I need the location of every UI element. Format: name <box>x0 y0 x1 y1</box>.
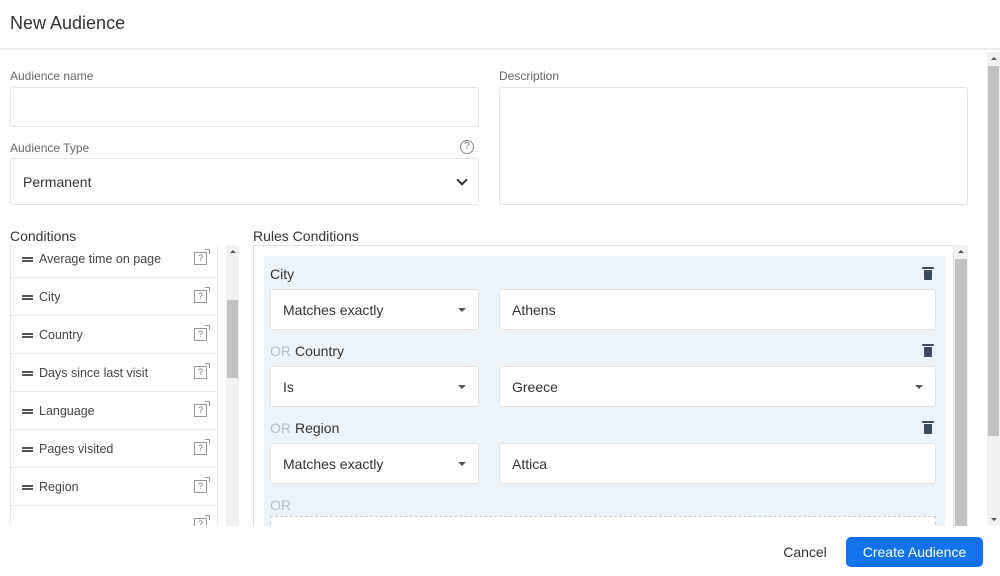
or-label: OR <box>270 497 291 513</box>
caret-down-icon <box>458 384 466 389</box>
rules-conditions-title: Rules Conditions <box>253 228 359 244</box>
rule-drop-zone[interactable] <box>270 516 936 526</box>
condition-label: Days since last visit <box>39 365 149 380</box>
conditions-scrollbar-thumb[interactable] <box>227 300 238 378</box>
trash-icon[interactable] <box>922 421 934 434</box>
condition-item-country[interactable]: Country ? <box>11 316 217 354</box>
audience-type-label: Audience Type <box>10 141 90 155</box>
drag-handle-icon[interactable] <box>22 447 33 452</box>
help-external-icon[interactable]: ? <box>194 287 210 303</box>
trash-icon[interactable] <box>922 344 934 357</box>
modal-header: New Audience <box>0 0 1000 50</box>
drag-handle-icon[interactable] <box>22 485 33 490</box>
help-external-icon[interactable]: ? <box>194 401 210 417</box>
rule-value: Attica <box>512 455 548 472</box>
caret-down-icon <box>915 384 923 389</box>
conditions-title: Conditions <box>10 228 77 244</box>
drag-handle-icon[interactable] <box>22 257 33 262</box>
modal-title: New Audience <box>10 13 126 33</box>
audience-type-select[interactable]: Permanent <box>10 158 479 205</box>
condition-label: City <box>39 289 61 304</box>
condition-item-language[interactable]: Language ? <box>11 392 217 430</box>
rule-field-name: Region <box>295 420 340 436</box>
rule-operator-select[interactable]: Matches exactly <box>270 289 479 330</box>
help-external-icon[interactable]: ? <box>194 249 210 265</box>
rule-operator-select[interactable]: Is <box>270 366 479 407</box>
caret-down-icon <box>458 307 466 312</box>
question-circle-icon[interactable]: ? <box>460 140 474 154</box>
rule-operator-select[interactable]: Matches exactly <box>270 443 479 484</box>
description-textarea[interactable] <box>499 87 968 205</box>
audience-name-label: Audience name <box>10 69 94 83</box>
caret-down-icon <box>458 461 466 466</box>
drag-handle-icon[interactable] <box>22 409 33 414</box>
help-external-icon[interactable]: ? <box>194 325 210 341</box>
description-label: Description <box>499 69 560 83</box>
or-prefix: OR <box>270 343 291 359</box>
conditions-scrollbar[interactable] <box>226 245 239 526</box>
rule-operator-value: Is <box>283 378 294 395</box>
rule-field-name: Country <box>295 343 345 359</box>
condition-label: Pages visited <box>39 441 114 456</box>
cancel-button[interactable]: Cancel <box>772 537 838 567</box>
rule-title-region: OR Region <box>270 420 339 436</box>
create-audience-button[interactable]: Create Audience <box>846 537 983 567</box>
modal-scrollbar-thumb[interactable] <box>988 66 999 436</box>
rule-field-name: City <box>270 266 295 282</box>
drag-handle-icon[interactable] <box>22 295 33 300</box>
rules-scrollbar-thumb[interactable] <box>955 259 967 526</box>
condition-item-region[interactable]: Region ? <box>11 468 217 506</box>
condition-item-city[interactable]: City ? <box>11 278 217 316</box>
scroll-up-arrow-icon[interactable] <box>958 250 964 253</box>
chevron-down-icon <box>456 173 468 186</box>
rule-operator-value: Matches exactly <box>283 301 384 318</box>
rules-scrollbar[interactable] <box>954 245 968 526</box>
modal-body: Audience name Audience Type ? Permanent … <box>0 52 986 526</box>
rule-title-city: City <box>270 266 294 282</box>
trash-icon[interactable] <box>922 267 934 280</box>
condition-item-days-since-last-visit[interactable]: Days since last visit ? <box>11 354 217 392</box>
scroll-down-arrow-icon[interactable] <box>990 518 997 521</box>
conditions-list: Average time on page ? City ? Country ? … <box>10 245 218 526</box>
rule-value: Greece <box>512 378 558 395</box>
condition-item-partial[interactable]: ? <box>11 506 217 526</box>
scroll-up-arrow-icon[interactable] <box>229 250 236 253</box>
condition-label: Average time on page <box>39 251 162 266</box>
help-external-icon[interactable]: ? <box>194 363 210 379</box>
audience-type-value: Permanent <box>23 173 92 190</box>
rule-value: Athens <box>512 301 556 318</box>
rule-value-input[interactable]: Athens <box>499 289 936 330</box>
rule-value-input[interactable]: Attica <box>499 443 936 484</box>
drag-handle-icon[interactable] <box>22 333 33 338</box>
condition-label: Language <box>39 403 95 418</box>
condition-label: Region <box>39 479 79 494</box>
modal-footer: Cancel Create Audience <box>0 526 1000 576</box>
condition-item-average-time-on-page[interactable]: Average time on page ? <box>11 245 217 278</box>
condition-item-pages-visited[interactable]: Pages visited ? <box>11 430 217 468</box>
scroll-up-arrow-icon[interactable] <box>990 57 997 60</box>
condition-label: Country <box>39 327 83 342</box>
rule-value-select[interactable]: Greece <box>499 366 936 407</box>
help-external-icon[interactable]: ? <box>194 515 210 526</box>
or-prefix: OR <box>270 420 291 436</box>
help-external-icon[interactable]: ? <box>194 477 210 493</box>
rule-operator-value: Matches exactly <box>283 455 384 472</box>
drag-handle-icon[interactable] <box>22 371 33 376</box>
modal-scrollbar[interactable] <box>987 52 1000 526</box>
help-external-icon[interactable]: ? <box>194 439 210 455</box>
audience-name-input[interactable] <box>10 87 479 127</box>
rule-title-country: OR Country <box>270 343 344 359</box>
